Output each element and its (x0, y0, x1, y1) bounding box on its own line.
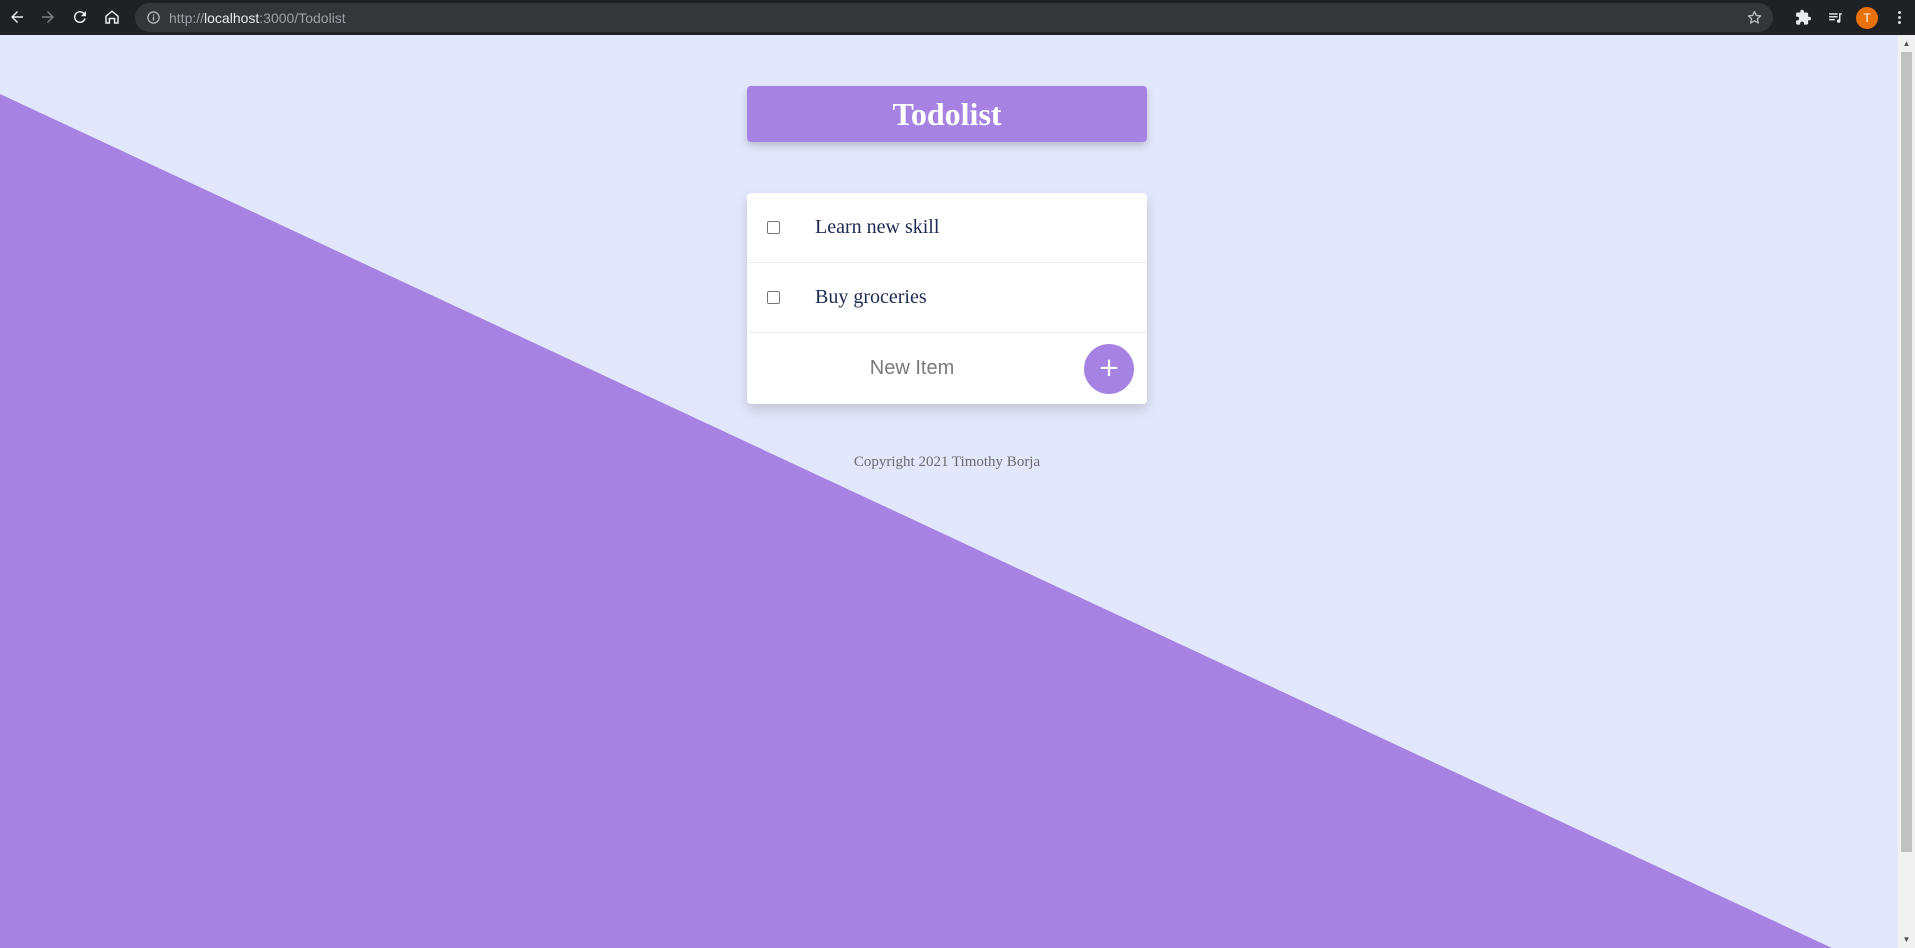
new-item-input[interactable] (747, 333, 1077, 404)
url-host: localhost (204, 9, 260, 26)
scroll-up-arrow-icon[interactable]: ▲ (1898, 35, 1915, 52)
reload-icon[interactable] (64, 1, 96, 33)
bookmark-star-icon[interactable] (1746, 9, 1763, 26)
url-text: http://localhost:3000/Todolist (169, 10, 346, 26)
page-title: Todolist (892, 95, 1002, 132)
url-prefix: http:// (169, 9, 205, 26)
page-viewport: Todolist Learn new skill Buy groceries +… (0, 35, 1915, 948)
url-path: :3000/Todolist (259, 9, 346, 26)
avatar: T (1856, 6, 1878, 29)
footer-copyright: Copyright 2021 Timothy Borja (853, 454, 1041, 470)
todo-item[interactable]: Buy groceries (747, 263, 1147, 333)
extensions-puzzle-icon[interactable] (1787, 2, 1819, 34)
todo-item-label: Buy groceries (815, 286, 927, 308)
background-diagonal-shape (0, 94, 1832, 948)
browser-toolbar: http://localhost:3000/Todolist T (0, 0, 1915, 35)
info-icon[interactable] (145, 10, 161, 26)
browser-right-tools: T (1787, 0, 1915, 35)
profile-avatar[interactable]: T (1851, 2, 1883, 34)
media-queue-icon[interactable] (1819, 2, 1851, 34)
add-item-button[interactable]: + (1084, 344, 1134, 394)
vertical-scrollbar[interactable]: ▲ ▼ (1898, 35, 1915, 948)
todo-item[interactable]: Learn new skill (747, 193, 1147, 263)
scrollbar-thumb[interactable] (1901, 52, 1912, 852)
new-item-form: + (747, 333, 1147, 404)
scroll-down-arrow-icon[interactable]: ▼ (1898, 931, 1915, 948)
kebab-menu-icon[interactable] (1883, 2, 1915, 34)
todo-checkbox[interactable] (767, 291, 780, 304)
back-arrow-icon[interactable] (1, 1, 33, 33)
todo-item-label: Learn new skill (815, 216, 940, 238)
todo-checkbox[interactable] (767, 221, 780, 234)
home-icon[interactable] (96, 1, 128, 33)
title-banner: Todolist (747, 86, 1147, 142)
todo-list-card: Learn new skill Buy groceries + (747, 193, 1147, 404)
address-bar[interactable]: http://localhost:3000/Todolist (135, 3, 1773, 32)
forward-arrow-icon[interactable] (32, 1, 64, 33)
